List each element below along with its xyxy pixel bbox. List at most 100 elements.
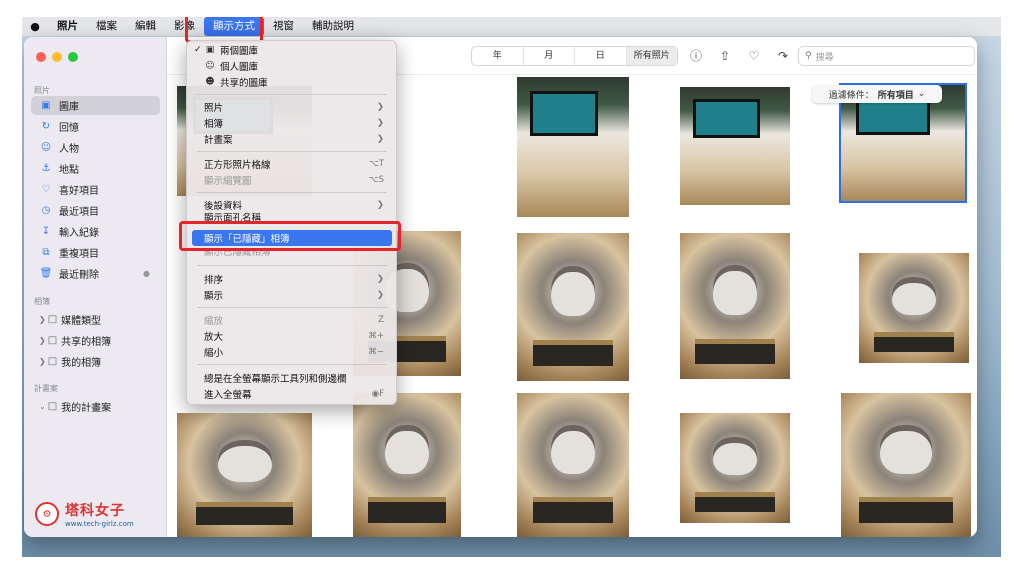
menu-item-label: 排序 <box>204 275 224 286</box>
sidebar-item-places[interactable]: ⚓ 地點 <box>31 159 160 178</box>
tab-months[interactable]: 月 <box>524 47 575 65</box>
photo-thumbnail[interactable] <box>680 87 790 205</box>
menu-item-label: 個人圖庫 <box>220 62 259 73</box>
menu-window[interactable]: 視窗 <box>264 17 303 36</box>
chevron-right-icon[interactable]: ❯ <box>39 315 46 324</box>
sidebar-item-library[interactable]: ▣ 圖庫 <box>31 96 160 115</box>
menu-item-label: 顯示縮覽圖 <box>204 176 252 187</box>
chevron-right-icon[interactable]: ❯ <box>39 336 46 345</box>
menu-item-label: 進入全螢幕 <box>204 390 252 401</box>
menu-item-label: 總是在全螢幕顯示工具列和側邊欄 <box>204 374 347 385</box>
sidebar-item-label: 媒體類型 <box>61 316 102 327</box>
menu-item-zoom-in[interactable]: 放大 ⌘+ <box>192 328 392 344</box>
sidebar-item-label: 我的計畫案 <box>61 403 112 414</box>
search-field[interactable]: ⚲ 搜尋 <box>798 46 975 66</box>
search-icon: ⚲ <box>805 51 812 61</box>
menu-separator <box>197 94 387 95</box>
sidebar-item-recents[interactable]: ◷ 最近項目 <box>31 201 160 220</box>
menu-item-label: 正方形照片格線 <box>204 160 271 171</box>
menu-item-show-thumbnails[interactable]: 顯示縮覽圖 ⌥S <box>192 172 392 188</box>
tab-years[interactable]: 年 <box>472 47 524 65</box>
photo-thumbnail[interactable] <box>680 413 790 523</box>
menu-separator <box>197 192 387 193</box>
menu-item-sort[interactable]: 排序 ❯ <box>192 271 392 287</box>
rotate-icon[interactable]: ↷ <box>775 48 791 64</box>
section-albums-label: 相簿 <box>34 297 50 306</box>
info-icon[interactable]: ⓘ <box>688 48 704 64</box>
menu-item-both-libraries[interactable]: ✓ ▣ 兩個圖庫 <box>192 42 392 58</box>
tab-all-photos[interactable]: 所有照片 <box>626 47 677 65</box>
photo-thumbnail[interactable] <box>680 233 790 379</box>
menu-item-photos[interactable]: 照片 ❯ <box>192 99 392 115</box>
logo-icon: ⚙ <box>35 502 59 526</box>
menu-file[interactable]: 檔案 <box>87 17 126 36</box>
menu-help[interactable]: 輔助說明 <box>303 17 363 36</box>
menu-item-albums[interactable]: 相簿 ❯ <box>192 115 392 131</box>
duplicates-icon: ⧉ <box>42 247 50 258</box>
sidebar-item-media-types[interactable]: ❯ □ 媒體類型 <box>31 310 160 329</box>
lock-icon: ● <box>143 269 150 278</box>
menu-shortcut: ⌘− <box>368 347 384 357</box>
menu-item-projects[interactable]: 計畫案 ❯ <box>192 131 392 147</box>
chevron-right-icon: ❯ <box>376 200 384 210</box>
window-controls <box>36 52 78 62</box>
photo-thumbnail[interactable] <box>841 393 971 537</box>
menu-item-label: 計畫案 <box>204 135 233 146</box>
menu-item-square-grid[interactable]: 正方形照片格線 ⌥T <box>192 156 392 172</box>
menu-edit[interactable]: 編輯 <box>126 17 165 36</box>
minimize-button[interactable] <box>52 52 62 62</box>
menu-item-label: 相簿 <box>204 119 224 130</box>
trash-icon: 🗑 <box>39 268 53 279</box>
folder-icon: □ <box>47 401 58 412</box>
photo-thumbnail[interactable] <box>517 233 629 381</box>
sidebar-item-shared-albums[interactable]: ❯ □ 共享的相簿 <box>31 331 160 350</box>
sidebar-item-my-albums[interactable]: ❯ □ 我的相簿 <box>31 352 160 371</box>
sidebar-item-favorites[interactable]: ♡ 喜好項目 <box>31 180 160 199</box>
library-icon: ▣ <box>205 45 215 55</box>
menu-shortcut: ⌥T <box>369 159 384 169</box>
menu-item-shared-library[interactable]: ☻ 共享的圖庫 <box>192 74 392 90</box>
menu-item-metadata[interactable]: 後設資料 ❯ <box>192 197 392 213</box>
menu-item-show[interactable]: 顯示 ❯ <box>192 287 392 303</box>
sidebar-item-people[interactable]: ☺ 人物 <box>31 138 160 157</box>
sidebar-item-my-projects[interactable]: ⌄ □ 我的計畫案 <box>31 397 160 416</box>
menu-item-always-show-toolbar[interactable]: 總是在全螢幕顯示工具列和側邊欄 <box>192 370 392 386</box>
menu-item-personal-library[interactable]: ☺ 個人圖庫 <box>192 58 392 74</box>
share-icon[interactable]: ⇧ <box>717 48 733 64</box>
photo-thumbnail[interactable] <box>177 413 312 537</box>
heart-icon[interactable]: ♡ <box>746 48 762 64</box>
clock-icon: ◷ <box>41 205 51 216</box>
apple-icon[interactable]: ● <box>22 20 48 33</box>
sidebar-item-imports[interactable]: ↧ 輸入紀錄 <box>31 222 160 241</box>
sidebar-item-memories[interactable]: ↻ 回憶 <box>31 117 160 136</box>
menu-item-enter-fullscreen[interactable]: 進入全螢幕 ◉F <box>192 386 392 402</box>
photo-thumbnail[interactable] <box>353 393 461 537</box>
sidebar-item-recently-deleted[interactable]: 🗑 最近刪除 ● <box>31 264 160 283</box>
sidebar-item-label: 喜好項目 <box>59 186 99 197</box>
menu-item-show-hidden-sub[interactable]: 顯示已隱藏相簿 <box>192 250 392 258</box>
menu-item-zoom[interactable]: 縮放 Z <box>192 312 392 328</box>
sidebar-item-label: 共享的相簿 <box>61 337 112 348</box>
sidebar-item-duplicates[interactable]: ⧉ 重複項目 <box>31 243 160 262</box>
menu-item-zoom-out[interactable]: 縮小 ⌘− <box>192 344 392 360</box>
menu-item-label: 照片 <box>204 103 224 114</box>
photo-thumbnail[interactable] <box>859 253 969 363</box>
zoom-button[interactable] <box>68 52 78 62</box>
chevron-right-icon: ❯ <box>376 118 384 128</box>
tab-days[interactable]: 日 <box>575 47 627 65</box>
menu-photos[interactable]: 照片 <box>48 17 87 36</box>
menu-separator <box>197 364 387 365</box>
filter-dropdown[interactable]: 過濾條件： 所有項目 ⌄ <box>812 85 942 103</box>
photo-thumbnail[interactable] <box>517 393 629 537</box>
watermark-name: 塔科女子 <box>65 503 125 519</box>
photo-thumbnail[interactable] <box>517 77 629 217</box>
close-button[interactable] <box>36 52 46 62</box>
chevron-down-icon[interactable]: ⌄ <box>39 402 46 411</box>
menu-item-label: 共享的圖庫 <box>220 78 268 89</box>
person-icon: ☺ <box>205 61 215 71</box>
sidebar-item-label: 地點 <box>59 165 79 176</box>
menu-item-label: 放大 <box>204 332 224 343</box>
chevron-right-icon[interactable]: ❯ <box>39 357 46 366</box>
section-photos-label: 照片 <box>34 86 50 95</box>
sidebar-item-label: 我的相簿 <box>61 358 102 369</box>
